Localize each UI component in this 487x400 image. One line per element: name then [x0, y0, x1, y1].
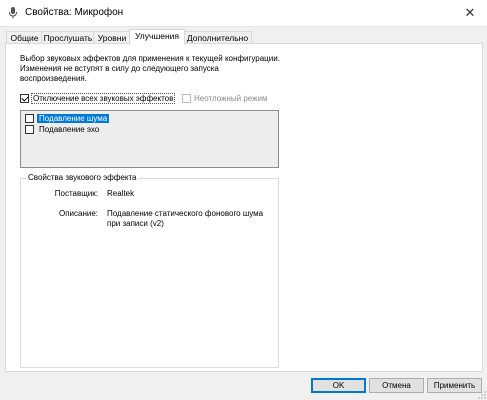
urgent-mode-label: Неотложный режим: [194, 94, 268, 103]
effect-properties-group: Свойства звукового эффекта Поставщик: Re…: [20, 173, 279, 368]
close-button[interactable]: ✕: [457, 0, 483, 26]
provider-label: Поставщик:: [54, 189, 98, 198]
disable-all-effects-label: Отключение всех звуковых эффектов: [31, 93, 176, 104]
checkbox-disabled-icon: [182, 94, 191, 104]
tab-enhancements[interactable]: Улучшения: [129, 29, 185, 45]
enhancements-panel: Выбор звуковых эффектов для применения к…: [5, 43, 483, 372]
ok-button[interactable]: OK: [311, 378, 366, 393]
disable-all-effects-checkbox[interactable]: Отключение всех звуковых эффектов: [20, 93, 176, 104]
title-bar: Свойства: Микрофон ✕: [0, 0, 487, 27]
checkbox-checked-icon: [20, 94, 29, 104]
effect-label: Подавление эхо: [39, 125, 100, 134]
window-title: Свойства: Микрофон: [25, 7, 124, 18]
effect-item-echo-cancellation[interactable]: Подавление эхо: [25, 125, 101, 135]
description-value-line2: при записи (v2): [107, 219, 164, 228]
resize-grip-icon[interactable]: [478, 391, 486, 399]
urgent-mode-checkbox: Неотложный режим: [182, 94, 268, 104]
effect-properties-legend: Свойства звукового эффекта: [26, 173, 139, 182]
apply-button[interactable]: Применить: [427, 378, 482, 393]
checkbox-icon[interactable]: [25, 125, 34, 135]
cancel-button[interactable]: Отмена: [369, 378, 424, 393]
description-value-line1: Подавление статического фонового шума: [107, 209, 264, 218]
description-label: Описание:: [58, 209, 98, 218]
effect-label: Подавление шума: [37, 114, 110, 123]
effect-item-noise-suppression[interactable]: Подавление шума: [25, 114, 110, 124]
provider-value: Realtek: [107, 189, 135, 198]
enhancements-description: Выбор звуковых эффектов для применения к…: [20, 54, 280, 83]
microphone-icon: [9, 7, 17, 19]
close-icon: ✕: [464, 5, 476, 20]
checkbox-icon[interactable]: [25, 114, 34, 124]
effects-list[interactable]: Подавление шума Подавление эхо: [20, 110, 279, 168]
